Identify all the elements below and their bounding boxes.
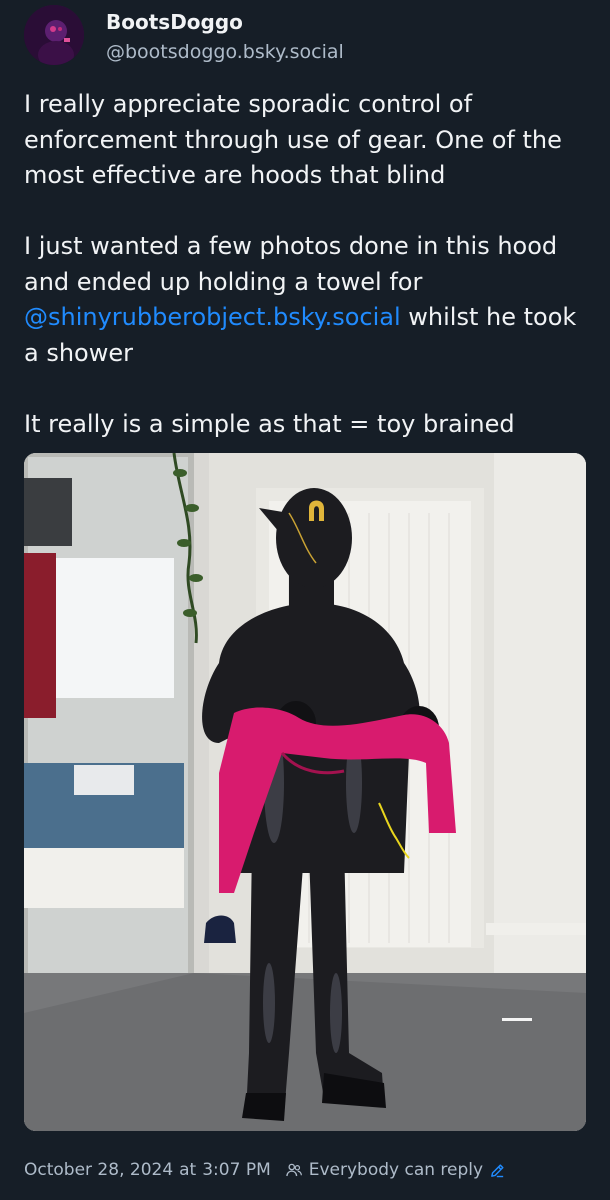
post-paragraph: I just wanted a few photos done in this … (24, 229, 594, 371)
people-icon (285, 1163, 302, 1177)
post-image[interactable] (24, 453, 586, 1131)
mention-link[interactable]: @shinyrubberobject.bsky.social (24, 303, 401, 331)
reply-setting-label[interactable]: Everybody can reply (309, 1160, 483, 1180)
post-text: I really appreciate sporadic control of … (24, 87, 594, 442)
post-image-illustration (24, 453, 586, 1131)
post-paragraph: I really appreciate sporadic control of … (24, 90, 562, 189)
post-date: October 28, 2024 (24, 1160, 174, 1180)
avatar-image (24, 5, 84, 65)
pencil-icon[interactable] (489, 1162, 506, 1179)
post-paragraph-text: I just wanted a few photos done in this … (24, 232, 558, 296)
post-time: 3:07 PM (202, 1160, 271, 1180)
post-paragraph: It really is a simple as that = toy brai… (24, 409, 515, 438)
post-thread-item: BootsDoggo @bootsdoggo.bsky.social I rea… (0, 0, 610, 1200)
post-footer: October 28, 2024 at 3:07 PM Everybody ca… (24, 1157, 506, 1183)
post-at: at (179, 1160, 197, 1180)
author-avatar[interactable] (24, 5, 84, 65)
author-handle[interactable]: @bootsdoggo.bsky.social (106, 40, 344, 64)
author-display-name[interactable]: BootsDoggo (106, 10, 243, 34)
